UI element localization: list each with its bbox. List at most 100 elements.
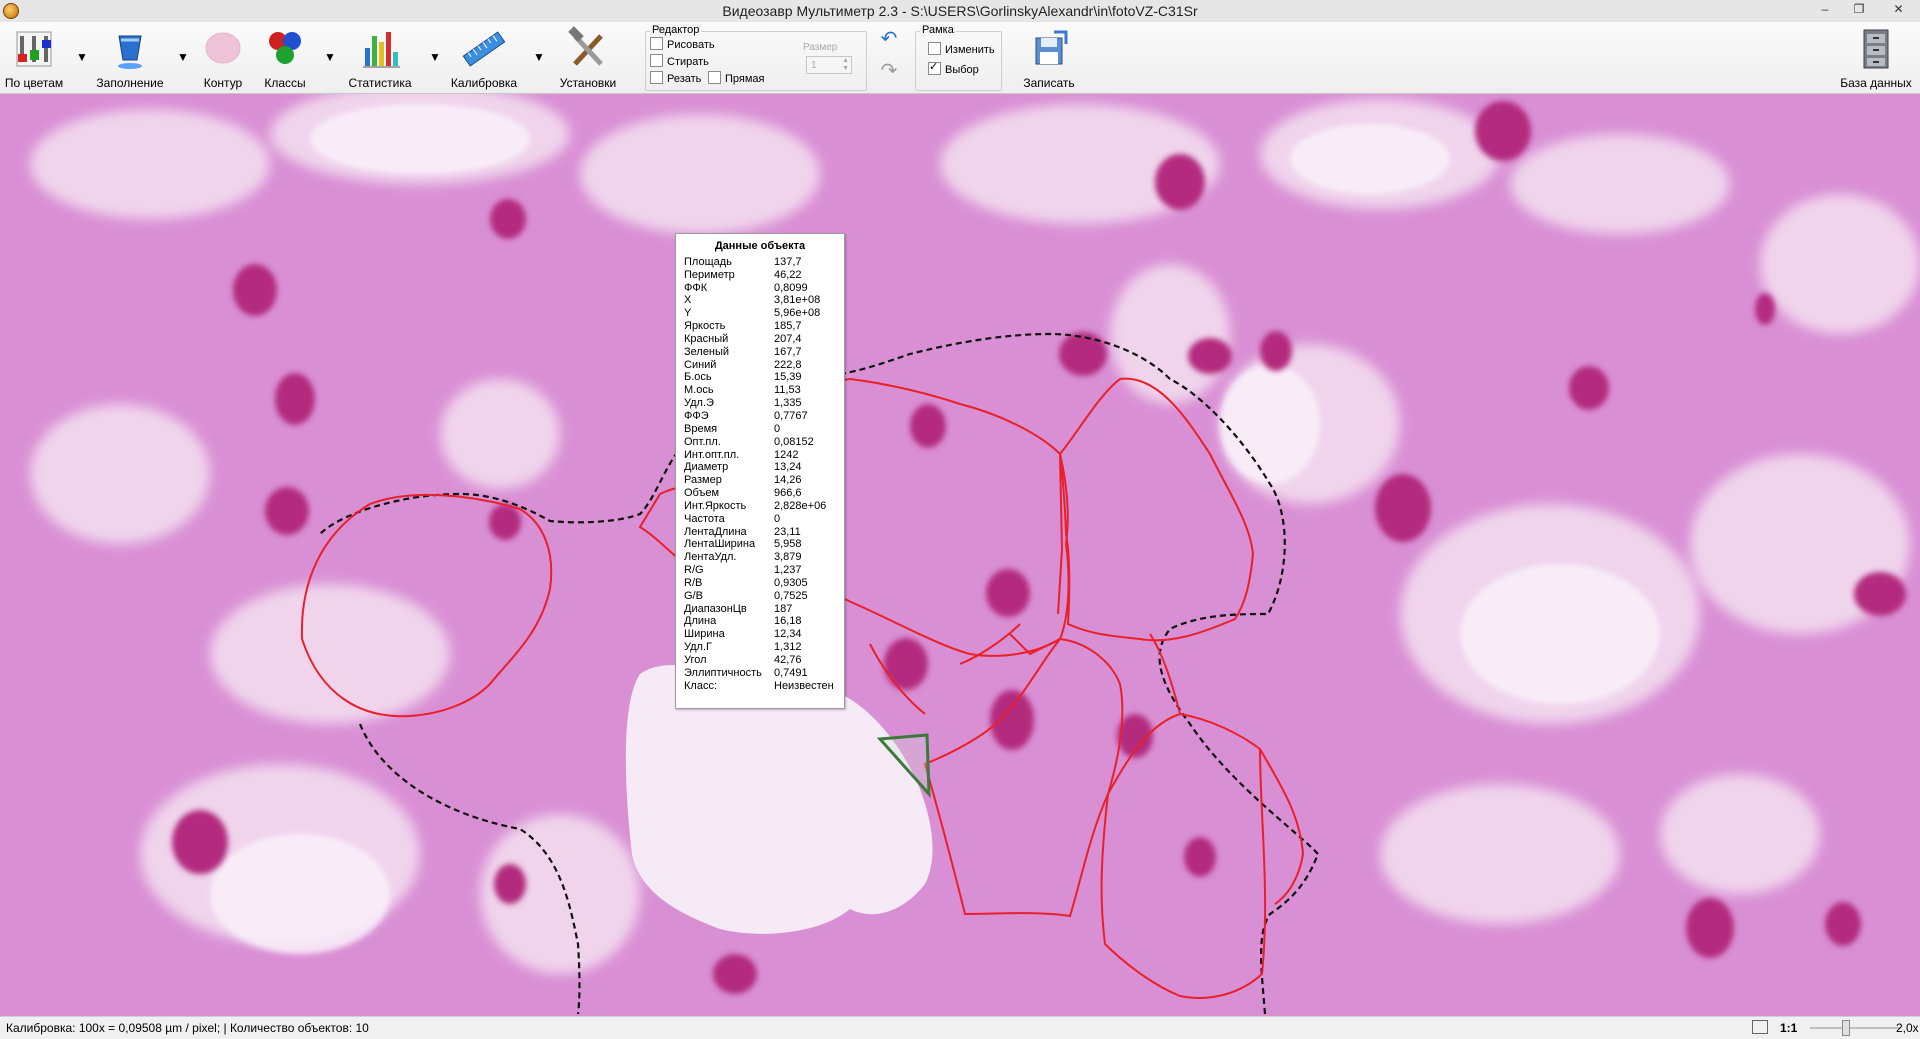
object-data-row: Удл.Э 1,335 bbox=[676, 397, 844, 410]
object-data-value: 5,96e+08 bbox=[774, 307, 821, 320]
toolbar: По цветам ▼ Заполнение ▼ Контур Классы ▼… bbox=[0, 22, 1920, 94]
object-data-row: Инт.опт.пл. 1242 bbox=[676, 449, 844, 462]
contour-button[interactable]: Контур bbox=[196, 24, 250, 90]
undo-button[interactable]: ↶ bbox=[875, 26, 903, 52]
object-data-key: ФФЭ bbox=[684, 409, 709, 422]
cut-checkbox-box[interactable] bbox=[650, 71, 663, 84]
object-data-key: ЛентаУдл. bbox=[684, 551, 737, 564]
fill-label: Заполнение bbox=[96, 76, 164, 90]
object-data-key: Время bbox=[684, 422, 718, 435]
object-data-value: 13,24 bbox=[774, 461, 802, 474]
spinner-arrows-icon[interactable]: ▲ ▼ bbox=[842, 57, 849, 73]
select-checkbox-box[interactable] bbox=[928, 60, 941, 75]
editor-title: Редактор bbox=[650, 24, 702, 36]
object-data-value: 2,828e+06 bbox=[774, 499, 827, 512]
micrograph-image[interactable] bbox=[0, 94, 1920, 1016]
object-data-value: 3,81e+08 bbox=[774, 294, 821, 307]
change-checkbox[interactable]: Изменить bbox=[928, 42, 995, 56]
object-data-row: Периметр 46,22 bbox=[676, 269, 844, 282]
cut-checkbox[interactable]: Резать bbox=[650, 71, 701, 85]
object-data-key: Длина bbox=[684, 615, 717, 628]
close-button[interactable]: ✕ bbox=[1877, 0, 1920, 20]
object-data-key: Ширина bbox=[684, 628, 725, 641]
image-canvas[interactable] bbox=[0, 94, 1920, 1016]
ruler-icon bbox=[462, 31, 506, 67]
ratio-button[interactable]: 1:1 bbox=[1780, 1021, 1797, 1035]
object-data-panel[interactable]: Данные объекта Площадь 137,7 Периметр 46,22… bbox=[675, 233, 845, 709]
change-label: Изменить bbox=[945, 44, 995, 56]
object-data-key: ЛентаШирина bbox=[684, 538, 756, 551]
contour-blob-icon bbox=[205, 32, 241, 64]
object-data-key: ЛентаДлина bbox=[684, 525, 747, 538]
object-data-key: Синий bbox=[684, 358, 717, 371]
object-data-row: Опт.пл. 0,08152 bbox=[676, 436, 844, 449]
object-data-row: X 3,81e+08 bbox=[676, 294, 844, 307]
object-data-value: 137,7 bbox=[774, 255, 802, 268]
by-colors-button[interactable]: По цветам bbox=[0, 24, 68, 90]
contour-label: Контур bbox=[203, 76, 243, 90]
straight-label: Прямая bbox=[725, 73, 765, 85]
object-data-row: Время 0 bbox=[676, 423, 844, 436]
object-data-key: R/B bbox=[684, 576, 703, 589]
object-data-row: Б.ось 15,39 bbox=[676, 371, 844, 384]
erase-checkbox-box[interactable] bbox=[650, 54, 663, 67]
object-data-row: Площадь 137,7 bbox=[676, 256, 844, 269]
object-data-key: X bbox=[684, 294, 692, 307]
straight-checkbox[interactable]: Прямая bbox=[708, 71, 765, 85]
zoom-slider-track[interactable] bbox=[1810, 1027, 1900, 1029]
draw-checkbox[interactable]: Рисовать bbox=[650, 37, 715, 51]
object-data-row: Угол 42,76 bbox=[676, 654, 844, 667]
object-data-value: 167,7 bbox=[774, 345, 802, 358]
object-data-row: ЛентаУдл. 3,879 bbox=[676, 551, 844, 564]
object-data-key: Размер bbox=[684, 474, 722, 487]
change-checkbox-box[interactable] bbox=[928, 42, 941, 55]
calibration-label: Калибровка bbox=[450, 76, 518, 90]
frame-title: Рамка bbox=[920, 24, 956, 36]
object-data-value: 14,26 bbox=[774, 474, 802, 487]
settings-button[interactable]: Установки bbox=[552, 24, 624, 90]
draw-label: Рисовать bbox=[667, 39, 715, 51]
statistics-button[interactable]: Статистика bbox=[342, 24, 418, 90]
color-sliders-icon bbox=[16, 31, 52, 67]
select-checkbox[interactable]: Выбор bbox=[928, 60, 979, 76]
cut-label: Резать bbox=[667, 73, 702, 85]
straight-checkbox-box[interactable] bbox=[708, 71, 721, 84]
object-data-row: R/G 1,237 bbox=[676, 564, 844, 577]
record-button[interactable]: Записать bbox=[1016, 24, 1082, 90]
classes-button[interactable]: Классы bbox=[258, 24, 312, 90]
draw-checkbox-box[interactable] bbox=[650, 37, 663, 50]
by-colors-label: По цветам bbox=[4, 76, 64, 90]
object-data-row: ЛентаДлина 23,11 bbox=[676, 526, 844, 539]
object-data-value: 3,879 bbox=[774, 551, 802, 564]
database-label: База данных bbox=[1840, 76, 1912, 90]
database-button[interactable]: База данных bbox=[1836, 24, 1916, 90]
object-data-row: Красный 207,4 bbox=[676, 333, 844, 346]
calibration-status: Калибровка: 100x = 0,09508 µm / pixel; |… bbox=[6, 1021, 369, 1035]
object-data-title: Данные объекта bbox=[714, 240, 806, 252]
zoom-slider-knob[interactable] bbox=[1842, 1020, 1850, 1036]
minimize-button[interactable]: – bbox=[1810, 0, 1840, 20]
size-label: Размер bbox=[803, 42, 838, 53]
tools-icon bbox=[568, 26, 603, 66]
fit-screen-icon[interactable] bbox=[1752, 1020, 1768, 1034]
object-data-key: Частота bbox=[684, 512, 725, 525]
object-data-row: Синий 222,8 bbox=[676, 359, 844, 372]
rgb-balls-icon bbox=[269, 32, 301, 64]
object-data-row: Размер 14,26 bbox=[676, 474, 844, 487]
calibration-button[interactable]: Калибровка bbox=[446, 24, 522, 90]
object-data-value: 46,22 bbox=[774, 268, 802, 281]
object-data-key: Площадь bbox=[684, 255, 732, 268]
object-data-key: Яркость bbox=[684, 320, 726, 333]
restore-button[interactable]: ❐ bbox=[1844, 0, 1874, 20]
erase-checkbox[interactable]: Стирать bbox=[650, 54, 709, 68]
object-data-value: 0,7491 bbox=[774, 666, 808, 679]
redo-button[interactable]: ↷ bbox=[875, 58, 903, 84]
size-spinner[interactable]: 1 ▲ ▼ bbox=[806, 56, 852, 74]
object-data-key: ФФК bbox=[684, 281, 708, 294]
object-data-key: Красный bbox=[684, 332, 729, 345]
object-data-value: 5,958 bbox=[774, 538, 802, 551]
fill-button[interactable]: Заполнение bbox=[92, 24, 168, 90]
object-data-row: Эллиптичность 0,7491 bbox=[676, 667, 844, 680]
object-data-value: 0,9305 bbox=[774, 576, 808, 589]
object-data-key: ДиапазонЦв bbox=[684, 602, 747, 615]
